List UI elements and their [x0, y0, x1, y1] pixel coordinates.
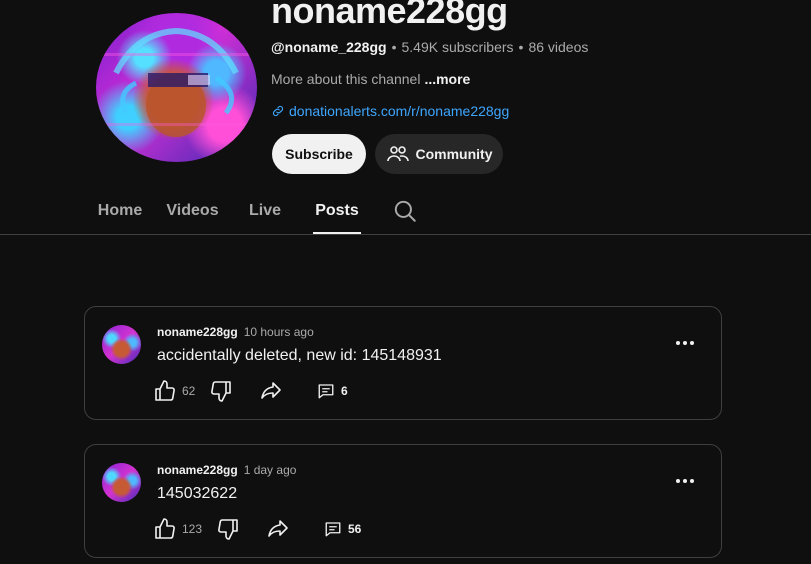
tab-videos[interactable]: Videos	[166, 190, 218, 232]
comments-button[interactable]: 6	[317, 379, 348, 403]
community-button[interactable]: Community	[375, 134, 503, 174]
channel-page: noname228gg @noname_228gg • 5.49K subscrib…	[0, 0, 811, 564]
post-author-name[interactable]: noname228gg	[157, 463, 238, 477]
comment-count: 6	[341, 384, 348, 398]
more-vert-icon[interactable]	[675, 471, 695, 491]
post-author-avatar[interactable]	[102, 325, 141, 364]
channel-description[interactable]: More about this channel ...more	[271, 71, 470, 87]
search-icon[interactable]	[392, 198, 418, 224]
dislike-button[interactable]	[216, 517, 240, 541]
comment-count: 56	[348, 522, 362, 536]
comments-button[interactable]: 56	[324, 517, 361, 541]
post-time[interactable]: 10 hours ago	[244, 325, 314, 339]
share-button[interactable]	[266, 517, 290, 541]
thumbs-down-icon	[218, 519, 238, 540]
thumbs-up-icon	[155, 518, 175, 539]
post-card: noname228gg 1 day ago 145032622 123 56	[84, 444, 722, 558]
thumbs-down-icon	[211, 381, 231, 402]
like-count: 62	[182, 384, 196, 398]
channel-link[interactable]: donationalerts.com/r/noname228gg	[271, 103, 509, 119]
avatar-art	[96, 27, 257, 137]
post-header: noname228gg 1 day ago	[157, 463, 296, 477]
tab-live[interactable]: Live	[249, 190, 281, 232]
channel-link-text[interactable]: donationalerts.com/r/noname228gg	[289, 103, 509, 119]
comment-icon	[325, 522, 341, 537]
channel-title: noname228gg	[271, 0, 508, 31]
meta-separator: •	[391, 39, 397, 55]
share-icon	[261, 382, 281, 399]
like-button[interactable]: 62	[153, 379, 195, 403]
post-text: accidentally deleted, new id: 145148931	[157, 347, 442, 364]
channel-tabs: Home Videos Live Posts	[0, 190, 811, 235]
subscriber-count: 5.49K subscribers	[401, 39, 514, 55]
subscribe-button[interactable]: Subscribe	[272, 134, 366, 174]
share-icon	[268, 520, 288, 537]
channel-handle: @noname_228gg	[271, 39, 387, 55]
channel-meta: @noname_228gg • 5.49K subscribers • 86 video…	[271, 39, 588, 55]
comment-icon	[318, 384, 334, 399]
like-count: 123	[182, 522, 203, 536]
channel-avatar[interactable]	[96, 13, 257, 162]
dislike-button[interactable]	[209, 379, 233, 403]
like-button[interactable]: 123	[153, 517, 202, 541]
post-time[interactable]: 1 day ago	[244, 463, 297, 477]
tab-posts[interactable]: Posts	[313, 190, 361, 234]
link-icon	[272, 105, 284, 117]
video-count: 86 videos	[528, 39, 589, 55]
community-label: Community	[415, 146, 493, 162]
people-icon	[386, 146, 409, 162]
post-header: noname228gg 10 hours ago	[157, 325, 314, 339]
tab-home[interactable]: Home	[98, 190, 142, 232]
share-button[interactable]	[259, 379, 283, 403]
thumbs-up-icon	[155, 380, 175, 401]
about-label: More about this channel	[271, 71, 421, 87]
post-author-name[interactable]: noname228gg	[157, 325, 238, 339]
post-card: noname228gg 10 hours ago accidentally del…	[84, 306, 722, 420]
more-vert-icon[interactable]	[675, 333, 695, 353]
more-link[interactable]: ...more	[424, 71, 470, 87]
meta-separator: •	[518, 39, 524, 55]
post-text: 145032622	[157, 485, 238, 502]
post-author-avatar[interactable]	[102, 463, 141, 502]
